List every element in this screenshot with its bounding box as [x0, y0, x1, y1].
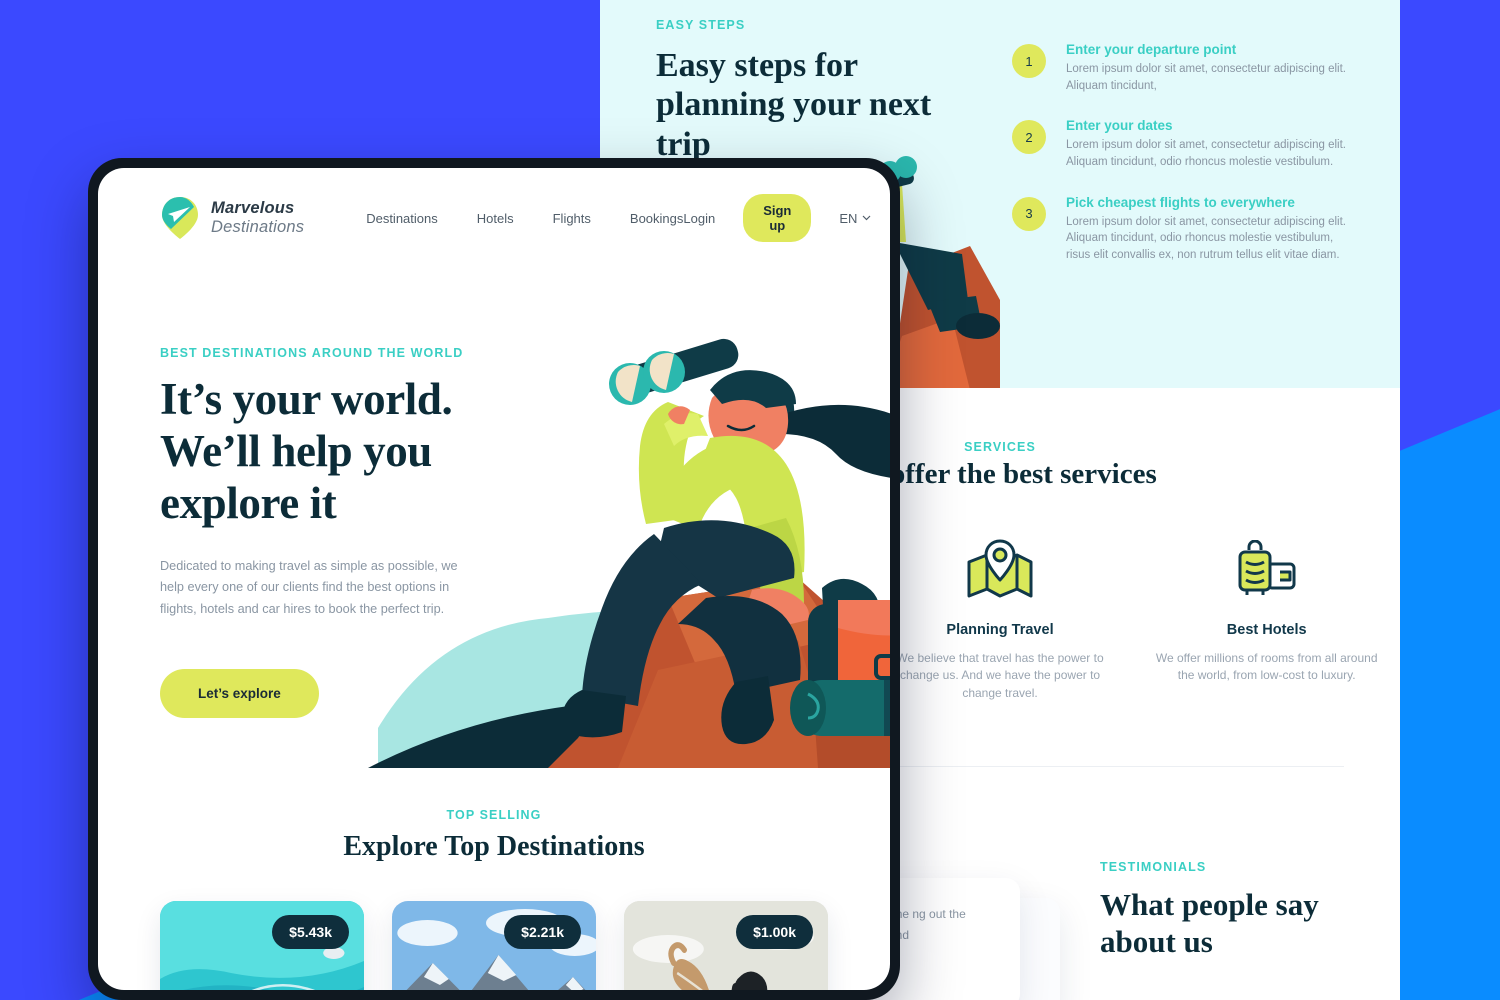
- language-label: EN: [839, 210, 858, 226]
- top-selling-eyebrow: TOP SELLING: [446, 808, 542, 822]
- destination-card-list: $5.43k $2.21k $1.00k: [98, 901, 890, 990]
- brand-name-line2: Destinations: [211, 218, 305, 236]
- easy-steps-eyebrow: EASY STEPS: [656, 18, 746, 32]
- step-body: Lorem ipsum dolor sit amet, consectetur …: [1066, 63, 1346, 92]
- location-pin-logo-icon: [160, 195, 200, 241]
- destination-card[interactable]: $1.00k: [624, 901, 828, 990]
- hero-heading-line1: It’s your world.: [160, 374, 453, 424]
- testimonials-eyebrow: TESTIMONIALS: [1100, 860, 1207, 874]
- testimonials-heading: What people say about us: [1100, 886, 1390, 960]
- chevron-down-icon: [863, 215, 871, 221]
- service-title: Best Hotels: [1226, 622, 1307, 638]
- brand-name-line1: Marvelous: [211, 199, 295, 218]
- brand-logo[interactable]: Marvelous Destinations: [160, 195, 304, 241]
- navbar: Marvelous Destinations Destinations Hote…: [98, 168, 890, 268]
- nav-link-destinations[interactable]: Destinations: [366, 211, 438, 226]
- map-pin-icon: [889, 528, 1112, 614]
- step-number-badge: 2: [1012, 120, 1046, 155]
- easy-steps-heading: Easy steps for planning your next trip: [656, 46, 956, 164]
- nav-link-hotels[interactable]: Hotels: [477, 211, 514, 226]
- destination-price-badge: $2.21k: [504, 915, 581, 949]
- step-title: Enter your dates: [1066, 118, 1173, 134]
- destination-card[interactable]: $5.43k: [160, 901, 364, 990]
- device-screen: Marvelous Destinations Destinations Hote…: [98, 168, 890, 990]
- service-body: We offer millions of rooms from all arou…: [1155, 651, 1378, 683]
- service-title: Planning Travel: [946, 622, 1054, 638]
- service-body: We believe that travel has the power to …: [896, 651, 1104, 700]
- luggage-icon: [1155, 528, 1378, 614]
- testimonials-heading-line2: about us: [1100, 924, 1213, 960]
- service-card: Planning Travel We believe that travel h…: [867, 528, 1134, 702]
- hero-eyebrow: BEST DESTINATIONS AROUND THE WORLD: [160, 346, 464, 360]
- step-number-badge: 1: [1012, 44, 1046, 78]
- step-item: 2 Enter your dates Lorem ipsum dolor sit…: [1012, 118, 1352, 170]
- step-body: Lorem ipsum dolor sit amet, consectetur …: [1066, 139, 1346, 169]
- hero-text-block: BEST DESTINATIONS AROUND THE WORLD It’s …: [160, 346, 530, 719]
- explore-button[interactable]: Let’s explore: [160, 669, 319, 719]
- hero-heading-line2: We’ll help you: [160, 426, 432, 477]
- signup-button[interactable]: Sign up: [743, 194, 812, 242]
- easy-steps-heading-line1: Easy steps for: [656, 47, 859, 84]
- service-card: Best Hotels We offer millions of rooms f…: [1133, 528, 1400, 702]
- step-title: Pick cheapest flights to everywhere: [1066, 194, 1295, 210]
- hero-paragraph: Dedicated to making travel as simple as …: [160, 558, 458, 617]
- easy-steps-list: 1 Enter your departure point Lorem ipsum…: [1012, 42, 1352, 288]
- step-number-badge: 3: [1012, 196, 1046, 231]
- step-item: 1 Enter your departure point Lorem ipsum…: [1012, 42, 1352, 94]
- testimonials-heading-block: TESTIMONIALS What people say about us: [1100, 860, 1390, 960]
- destination-card[interactable]: $2.21k: [392, 901, 596, 990]
- hero-heading: It’s your world. We’ll help you explore …: [160, 373, 530, 530]
- nav-actions: Login Sign up EN: [683, 194, 871, 242]
- top-selling-section: TOP SELLING Explore Top Destinations $5.…: [98, 808, 890, 990]
- destination-price-badge: $1.00k: [736, 915, 813, 949]
- testimonials-heading-line1: What people say: [1100, 887, 1319, 922]
- language-selector[interactable]: EN: [839, 211, 871, 226]
- brand-logo-text: Marvelous Destinations: [211, 199, 304, 237]
- hero-heading-line3: explore it: [160, 478, 337, 529]
- nav-link-flights[interactable]: Flights: [553, 211, 591, 226]
- destination-price-badge: $5.43k: [272, 915, 349, 949]
- step-item: 3 Pick cheapest flights to everywhere Lo…: [1012, 195, 1352, 264]
- step-title: Enter your departure point: [1066, 42, 1237, 57]
- nav-links: Destinations Hotels Flights Bookings: [366, 211, 683, 226]
- nav-link-bookings[interactable]: Bookings: [630, 211, 683, 226]
- login-link[interactable]: Login: [683, 211, 715, 226]
- step-body: Lorem ipsum dolor sit amet, consectetur …: [1066, 215, 1346, 262]
- easy-steps-heading-block: EASY STEPS Easy steps for planning your …: [656, 18, 956, 164]
- device-frame-mockup: Marvelous Destinations Destinations Hote…: [88, 158, 900, 1000]
- easy-steps-heading-line2: planning your next: [656, 86, 932, 124]
- top-selling-heading: Explore Top Destinations: [343, 831, 645, 862]
